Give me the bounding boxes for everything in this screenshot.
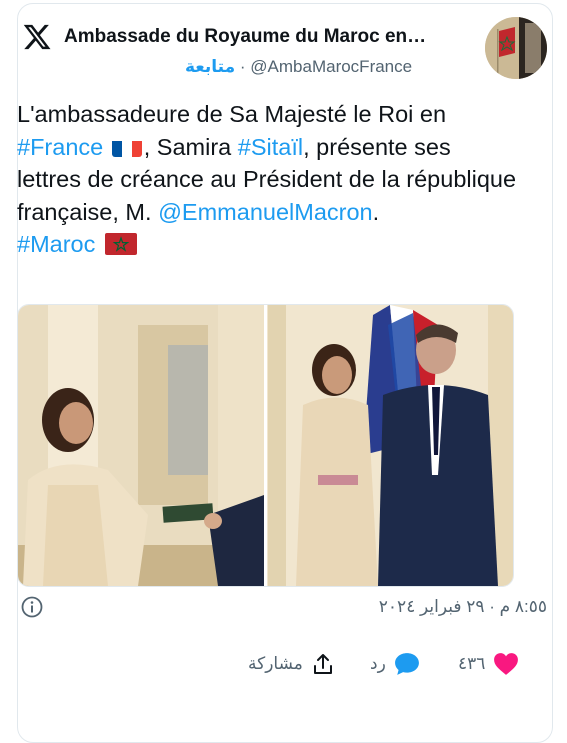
hashtag-france[interactable]: #France xyxy=(17,134,103,160)
follow-button[interactable]: متابعة xyxy=(185,57,235,76)
hashtag-sitail[interactable]: #Sitaïl xyxy=(238,134,303,160)
tweet-text-part: L'ambassadeure de Sa Majesté le Roi en xyxy=(17,101,447,127)
likes-count: ٤٣٦ xyxy=(458,654,486,673)
avatar-image xyxy=(485,17,547,79)
share-icon xyxy=(313,654,332,674)
info-icon[interactable] xyxy=(20,595,44,619)
like-action[interactable]: ٤٣٦ xyxy=(458,650,519,678)
author-name[interactable]: Ambassade du Royaume du Maroc en… xyxy=(64,26,444,48)
morocco-flag-icon xyxy=(105,233,138,255)
reply-action[interactable]: رد xyxy=(370,650,420,678)
tweet-text: L'ambassadeure de Sa Majesté le Roi en #… xyxy=(17,98,517,261)
mention-macron[interactable]: @EmmanuelMacron xyxy=(158,199,373,225)
tweet-text-part: . xyxy=(372,198,380,225)
avatar[interactable] xyxy=(485,17,547,79)
share-action[interactable]: مشاركة xyxy=(248,650,335,678)
photo-left xyxy=(18,305,264,586)
hashtag-maroc[interactable]: #Maroc xyxy=(17,231,95,257)
tweet-media[interactable] xyxy=(17,304,514,587)
tweet-timestamp[interactable]: ٨:٥٥ م · ٢٩ فبراير ٢٠٢٤ xyxy=(379,597,547,617)
tweet-photos xyxy=(18,305,513,586)
tweet-text-part: , Samira xyxy=(143,133,232,160)
share-label: مشاركة xyxy=(248,654,303,673)
author-handle[interactable]: @AmbaMarocFrance xyxy=(250,57,412,76)
reply-bubble-icon xyxy=(394,653,419,675)
separator: · xyxy=(239,57,246,76)
reply-label: رد xyxy=(370,654,386,673)
x-logo-icon[interactable] xyxy=(22,22,52,52)
photo-right xyxy=(267,305,513,586)
france-flag-icon xyxy=(111,137,142,157)
heart-icon xyxy=(494,653,519,675)
author-subline: متابعة · @AmbaMarocFrance xyxy=(185,57,412,77)
